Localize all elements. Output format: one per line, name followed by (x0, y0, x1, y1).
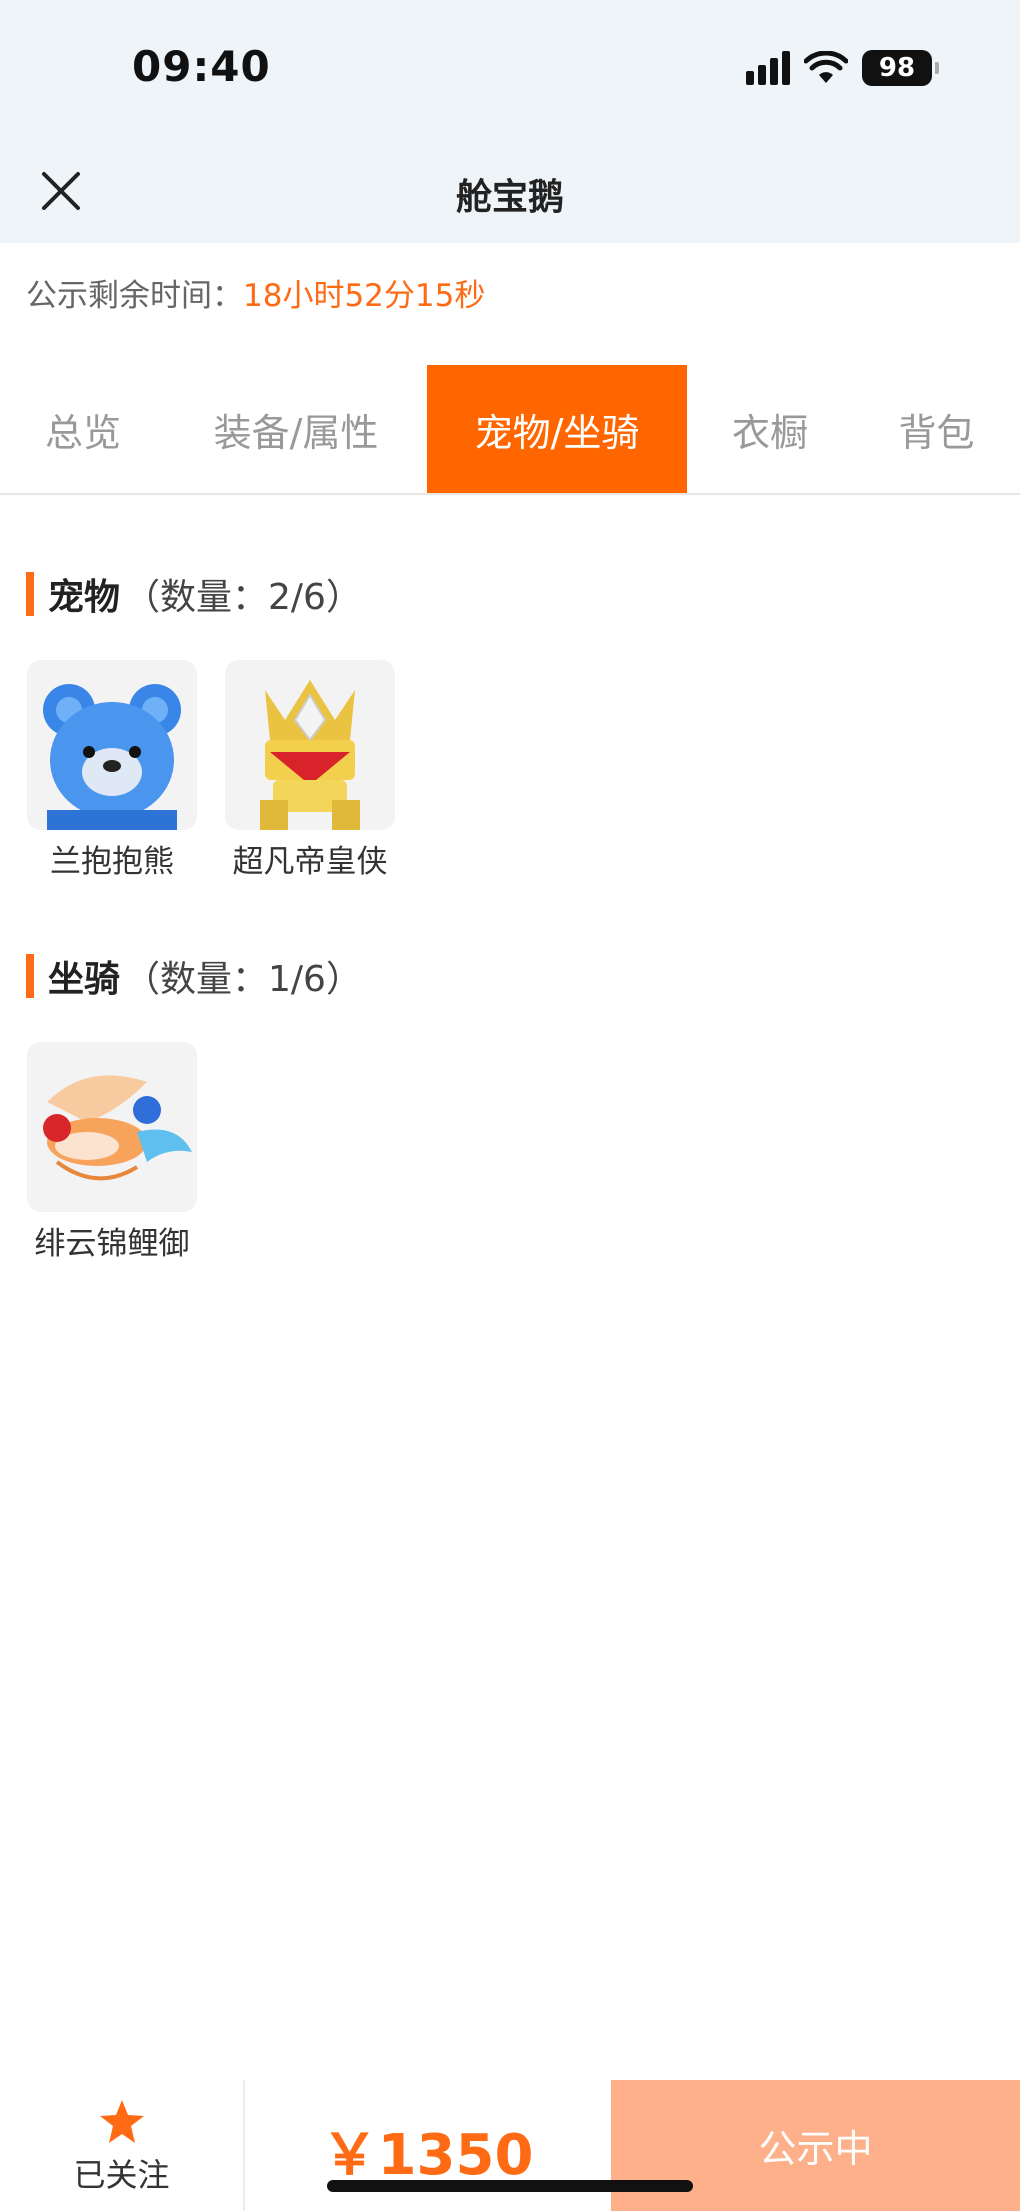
pet-item[interactable]: 超凡帝皇侠 (224, 660, 396, 881)
wifi-icon (804, 51, 848, 83)
pet-thumbnail (225, 660, 395, 830)
pet-thumbnail (27, 660, 197, 830)
status-icons: 98 (746, 50, 939, 86)
pets-section-title: 宠物 (48, 577, 121, 618)
blue-bear-pet-icon (27, 660, 197, 830)
cellular-signal-icon (746, 51, 790, 85)
mount-thumbnail (27, 1042, 197, 1212)
koi-fish-mount-icon (27, 1042, 197, 1212)
battery-icon: 98 (862, 50, 939, 86)
tab-overview[interactable]: 总览 (0, 365, 166, 493)
section-marker (26, 954, 34, 998)
pet-name: 超凡帝皇侠 (232, 844, 388, 880)
tab-pets-mounts[interactable]: 宠物/坐骑 (427, 365, 687, 493)
price: ￥1350 (321, 2123, 534, 2188)
golden-armor-pet-icon (225, 660, 395, 830)
mount-item[interactable]: 绯云锦鲤御 (26, 1042, 198, 1263)
page-title: 舱宝鹅 (455, 177, 564, 218)
pet-item[interactable]: 兰抱抱熊 (26, 660, 198, 881)
pets-count: （数量：2/6） (124, 577, 362, 618)
home-indicator (327, 2180, 693, 2192)
tab-bar: 总览 装备/属性 宠物/坐骑 衣橱 背包 (0, 365, 1020, 495)
tab-equipment-attributes[interactable]: 装备/属性 (166, 365, 426, 493)
mounts-section-title: 坐骑 (48, 959, 121, 1000)
star-icon (100, 2100, 144, 2143)
mount-name: 绯云锦鲤御 (34, 1226, 190, 1262)
follow-button[interactable]: 已关注 (0, 2080, 243, 2211)
countdown-label: 公示剩余时间： (26, 278, 243, 314)
tab-wardrobe[interactable]: 衣橱 (687, 365, 853, 493)
pet-name: 兰抱抱熊 (50, 844, 174, 880)
follow-label: 已关注 (73, 2156, 170, 2194)
status-time: 09:40 (132, 42, 271, 91)
battery-level: 98 (878, 53, 916, 83)
section-marker (26, 572, 34, 616)
mounts-section-header: 坐骑 （数量：1/6） (26, 950, 362, 1002)
tab-backpack[interactable]: 背包 (853, 365, 1020, 493)
countdown-row: 公示剩余时间：18小时52分15秒 (26, 270, 485, 315)
mounts-count: （数量：1/6） (124, 959, 362, 1000)
pets-section-header: 宠物 （数量：2/6） (26, 568, 362, 620)
countdown-value: 18小时52分15秒 (243, 278, 486, 314)
